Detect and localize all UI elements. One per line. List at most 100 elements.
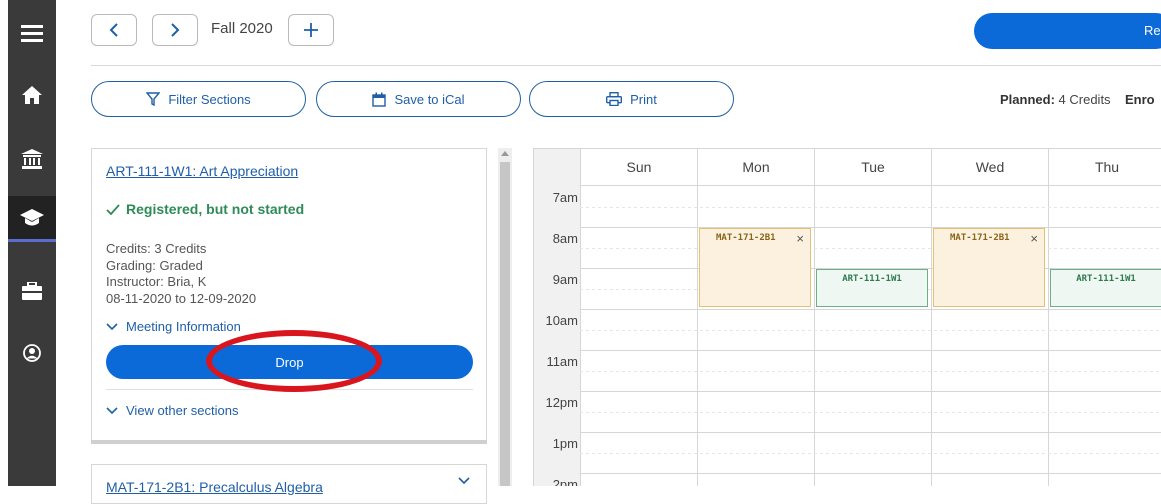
half-hour-gridline — [580, 411, 1161, 413]
day-column-divider — [697, 186, 698, 486]
briefcase-icon — [22, 282, 42, 300]
hour-gridline — [580, 227, 1161, 228]
day-column-divider — [580, 186, 581, 486]
course-title-link[interactable]: ART-111-1W1: Art Appreciation — [106, 163, 298, 179]
print-label: Print — [630, 91, 657, 107]
chevron-down-icon[interactable] — [458, 477, 470, 485]
filter-sections-label: Filter Sections — [168, 91, 251, 107]
nav-employment[interactable] — [8, 268, 56, 314]
nav-academics[interactable] — [8, 196, 56, 242]
scrollbar-thumb[interactable] — [500, 162, 510, 486]
user-circle-icon — [23, 344, 41, 362]
calendar-event-art-111-1w1[interactable]: ART-111-1W1 — [1050, 269, 1161, 307]
print-button[interactable]: Print — [529, 81, 734, 117]
planned-value: 4 Credits — [1058, 92, 1111, 107]
half-hour-gridline — [580, 452, 1161, 454]
half-hour-gridline — [580, 247, 1161, 249]
menu-icon — [21, 25, 43, 42]
prev-term-button[interactable] — [91, 14, 137, 46]
hour-gridline — [580, 432, 1161, 433]
plus-icon — [304, 23, 318, 37]
meeting-information-toggle[interactable]: Meeting Information — [106, 319, 241, 334]
time-label: 7am — [552, 190, 578, 205]
filter-sections-button[interactable]: Filter Sections — [91, 81, 306, 117]
time-label: 12pm — [545, 395, 578, 410]
graduation-cap-icon — [20, 208, 44, 225]
time-label: 10am — [545, 313, 578, 328]
calendar-event-mat-171-2b1[interactable]: MAT-171-2B1 × — [699, 228, 811, 307]
nav-institution[interactable] — [8, 136, 56, 182]
instructor-text: Instructor: Bria, K — [106, 274, 207, 289]
credits-text: Credits: 3 Credits — [106, 241, 207, 256]
term-title: Fall 2020 — [211, 20, 273, 37]
course-card: ART-111-1W1: Art Appreciation Registered… — [91, 148, 487, 442]
hour-gridline — [580, 309, 1161, 310]
menu-button[interactable] — [8, 10, 56, 56]
time-label: 9am — [552, 272, 578, 287]
chevron-down-icon — [106, 406, 118, 414]
save-to-ical-label: Save to iCal — [394, 91, 465, 107]
institution-icon — [21, 149, 43, 169]
view-other-sections-label: View other sections — [126, 403, 239, 418]
half-hour-gridline — [580, 206, 1161, 208]
remove-event-close-icon[interactable]: × — [1030, 231, 1038, 246]
view-other-sections-toggle[interactable]: View other sections — [106, 403, 239, 418]
enrolled-label: Enro — [1125, 92, 1155, 107]
drop-button[interactable]: Drop — [106, 345, 473, 379]
time-label: 11am — [546, 354, 578, 369]
day-column-divider — [931, 186, 932, 486]
chevron-left-icon — [109, 23, 118, 37]
calendar-event-art-111-1w1[interactable]: ART-111-1W1 — [816, 269, 928, 307]
header-divider — [91, 65, 1161, 66]
add-term-button[interactable] — [288, 14, 334, 46]
save-to-ical-button[interactable]: Save to iCal — [316, 81, 521, 117]
date-range-text: 08-11-2020 to 12-09-2020 — [106, 290, 257, 306]
registration-status: Registered, but not started — [106, 201, 304, 217]
check-icon — [106, 203, 120, 215]
half-hour-gridline — [580, 370, 1161, 372]
half-hour-gridline — [580, 329, 1161, 331]
course-card-2: MAT-171-2B1: Precalculus Algebra — [91, 464, 487, 504]
registration-status-text: Registered, but not started — [126, 201, 305, 217]
credits-summary: Planned: 4 Credits Enro — [1000, 92, 1155, 107]
event-code-label: ART-111-1W1 — [842, 274, 902, 284]
event-code-label: MAT-171-2B1 — [950, 233, 1010, 243]
event-code-label: MAT-171-2B1 — [716, 233, 776, 243]
scroll-up-arrow-icon[interactable] — [501, 151, 509, 156]
day-header-thu: Thu — [1048, 149, 1161, 186]
card-divider — [106, 389, 473, 390]
card-bottom-border — [91, 440, 487, 444]
home-icon — [22, 86, 42, 104]
day-header-sun: Sun — [580, 149, 697, 186]
day-column-divider — [1048, 186, 1049, 486]
next-term-button[interactable] — [152, 14, 198, 46]
time-label: 8am — [552, 231, 578, 246]
remove-event-close-icon[interactable]: × — [796, 231, 804, 246]
filter-icon — [146, 92, 161, 106]
planned-label: Planned: — [1000, 92, 1055, 107]
chevron-right-icon — [171, 23, 180, 37]
grading-text: Grading: Graded — [106, 257, 203, 273]
hour-gridline — [580, 473, 1161, 474]
left-nav-rail — [8, 0, 56, 486]
day-column-divider — [814, 186, 815, 486]
schedule-calendar: Sun Mon Tue Wed Thu 7am 8am 9am 10am 11am 12pm 1pm 2… — [533, 148, 1161, 486]
meeting-information-label: Meeting Information — [126, 319, 241, 334]
hour-gridline — [580, 391, 1161, 392]
sidebar-scrollbar[interactable] — [498, 148, 512, 486]
course-details: Credits: 3 Credits Grading: Graded Instr… — [106, 241, 256, 307]
calendar-icon — [372, 92, 387, 107]
time-label: 1pm — [552, 436, 578, 451]
day-header-wed: Wed — [931, 149, 1048, 186]
register-button[interactable]: Re — [974, 13, 1161, 49]
hour-gridline — [580, 350, 1161, 351]
chevron-down-icon — [106, 322, 118, 330]
day-header-mon: Mon — [697, 149, 814, 186]
nav-profile[interactable] — [8, 330, 56, 376]
printer-icon — [606, 92, 623, 106]
nav-home[interactable] — [8, 72, 56, 118]
day-header-tue: Tue — [814, 149, 931, 186]
course-title-link-2[interactable]: MAT-171-2B1: Precalculus Algebra — [106, 479, 323, 495]
event-code-label: ART-111-1W1 — [1076, 274, 1136, 284]
calendar-event-mat-171-2b1[interactable]: MAT-171-2B1 × — [933, 228, 1045, 307]
